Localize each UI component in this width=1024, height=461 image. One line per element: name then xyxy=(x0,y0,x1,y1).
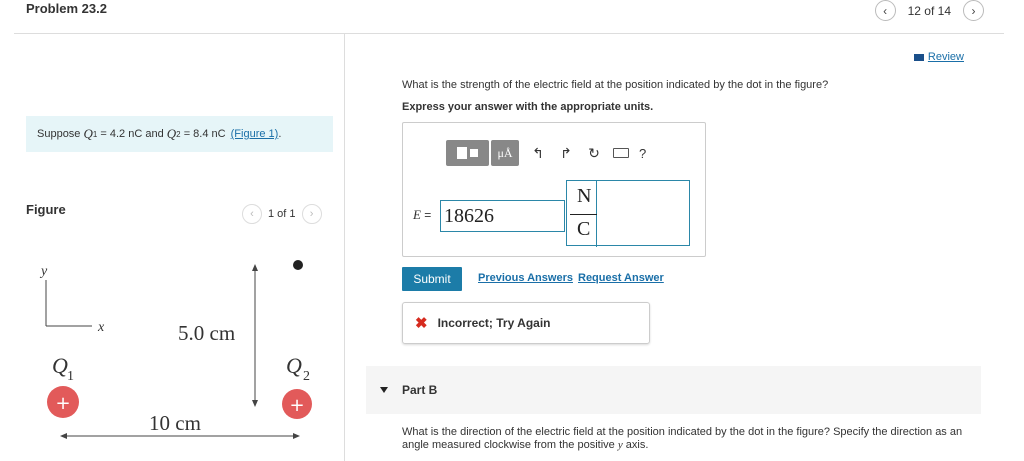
feedback-message: ✖ Incorrect; Try Again xyxy=(402,302,650,344)
q1-symbol: Q xyxy=(83,126,93,141)
field-point-dot xyxy=(293,260,303,270)
caret-down-icon xyxy=(380,387,388,393)
part-b-question-text: What is the direction of the electric fi… xyxy=(402,426,963,451)
period: . xyxy=(278,128,282,140)
figure-link[interactable]: (Figure 1) xyxy=(231,128,279,140)
units-button[interactable]: μÅ xyxy=(491,140,519,166)
chevron-left-icon: ‹ xyxy=(250,208,254,220)
problem-statement: Suppose Q1 = 4.2 nC and Q2 = 8.4 nC (Fig… xyxy=(26,116,333,152)
keyboard-icon[interactable] xyxy=(613,148,629,158)
templates-icon-small xyxy=(470,149,478,157)
previous-figure-button[interactable]: ‹ xyxy=(242,204,262,224)
equation-equals: = xyxy=(420,208,432,222)
previous-answers-link[interactable]: Previous Answers xyxy=(478,272,573,284)
problem-pager-text: 12 of 14 xyxy=(907,3,951,18)
problem-pager: ‹ 12 of 14 › xyxy=(874,0,984,21)
units-fraction-bar xyxy=(570,214,597,215)
redo-icon[interactable]: ↱ xyxy=(557,145,575,162)
q2-figure-label: Q xyxy=(286,353,302,378)
part-b-question: What is the direction of the electric fi… xyxy=(402,426,982,452)
figure-pager-text: 1 of 1 xyxy=(268,208,296,220)
q1-figure-label: Q xyxy=(52,353,68,378)
q1-plus-sign: + xyxy=(55,393,70,414)
figure-diagram: y x 5.0 cm Q 1 + Q 2 + 10 cm xyxy=(39,260,312,439)
problem-title: Problem 23.2 xyxy=(26,1,107,16)
horizontal-arrowhead-right xyxy=(293,433,300,439)
help-button[interactable]: ? xyxy=(639,146,646,161)
vertical-distance-label: 5.0 cm xyxy=(178,321,235,345)
templates-icon xyxy=(457,147,467,159)
part-b-header[interactable]: Part B xyxy=(366,366,981,414)
horizontal-distance-label: 10 cm xyxy=(149,411,201,435)
vertical-arrowhead-bottom xyxy=(252,400,258,407)
vertical-arrowhead-top xyxy=(252,264,258,271)
units-input[interactable]: N C xyxy=(566,180,690,247)
answer-box: μÅ ↰ ↱ ↻ ? E = 18626 N C xyxy=(402,122,706,257)
figure-pager: ‹ 1 of 1 › xyxy=(242,204,322,224)
chevron-right-icon: › xyxy=(309,208,314,220)
feedback-text: Incorrect; Try Again xyxy=(437,316,551,330)
header-divider xyxy=(14,33,1004,34)
part-b-axis: y xyxy=(617,439,623,451)
chevron-left-icon: ‹ xyxy=(883,3,888,18)
part-b-label: Part B xyxy=(402,383,438,397)
equation-label: E = xyxy=(413,207,431,223)
pane-divider xyxy=(344,34,345,461)
request-answer-link[interactable]: Request Answer xyxy=(578,272,664,284)
q1-figure-sub: 1 xyxy=(67,369,74,384)
q2-figure-sub: 2 xyxy=(303,369,310,384)
answer-value-input[interactable]: 18626 xyxy=(440,200,565,232)
horizontal-arrowhead-left xyxy=(60,433,67,439)
figure-label: Figure xyxy=(26,202,66,217)
incorrect-x-icon: ✖ xyxy=(415,315,428,332)
and-text: and xyxy=(145,128,164,140)
next-problem-button[interactable]: › xyxy=(963,0,984,21)
q1-value: = 4.2 nC xyxy=(100,128,143,140)
part-a-instructions: Express your answer with the appropriate… xyxy=(402,101,654,113)
x-axis-label: x xyxy=(97,320,105,335)
review-icon xyxy=(913,53,924,61)
review-link[interactable]: Review xyxy=(913,51,964,63)
next-figure-button[interactable]: › xyxy=(301,204,322,224)
q2-value: = 8.4 nC xyxy=(183,128,226,140)
part-b-suffix: axis. xyxy=(625,439,649,451)
submit-button[interactable]: Submit xyxy=(402,267,462,291)
y-axis-label: y xyxy=(39,264,48,279)
templates-button[interactable] xyxy=(446,140,489,166)
math-toolbar: μÅ ↰ ↱ ↻ ? xyxy=(446,140,646,166)
q1-sub: 1 xyxy=(92,129,98,139)
q2-plus-sign: + xyxy=(289,395,304,416)
chevron-right-icon: › xyxy=(971,3,976,18)
previous-problem-button[interactable]: ‹ xyxy=(874,0,896,21)
undo-icon[interactable]: ↰ xyxy=(529,145,547,162)
q2-sub: 2 xyxy=(176,129,181,139)
units-denominator: C xyxy=(577,218,591,240)
reset-icon[interactable]: ↻ xyxy=(585,145,603,162)
part-a-question: What is the strength of the electric fie… xyxy=(402,79,829,91)
suppose-text: Suppose xyxy=(37,128,81,140)
q2-symbol: Q xyxy=(166,126,177,141)
review-label: Review xyxy=(927,51,964,63)
equation-variable: E xyxy=(413,207,421,222)
units-numerator: N xyxy=(577,185,592,207)
